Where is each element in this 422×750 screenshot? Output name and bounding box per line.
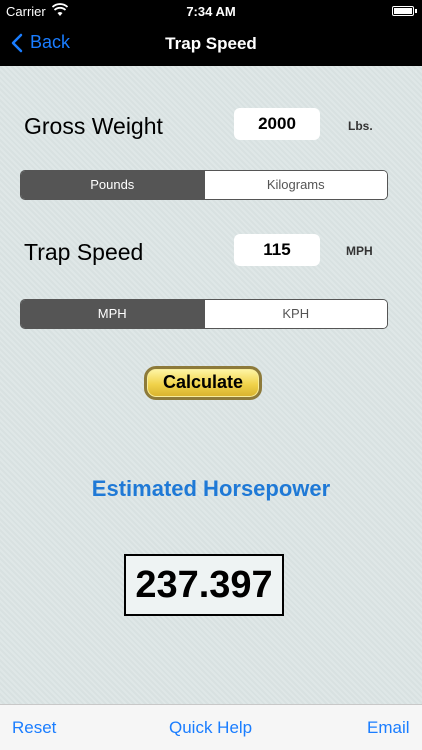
- segment-mph[interactable]: MPH: [21, 300, 204, 328]
- horsepower-result: 237.397: [124, 554, 284, 616]
- page-title: Trap Speed: [165, 34, 257, 53]
- trap-speed-input[interactable]: 115: [234, 234, 320, 266]
- estimated-horsepower-title: Estimated Horsepower: [91, 476, 331, 501]
- battery-icon: [392, 6, 417, 16]
- gross-weight-input[interactable]: 2000: [234, 108, 320, 140]
- status-time: 7:34 AM: [186, 4, 236, 19]
- gross-weight-label: Gross Weight: [24, 113, 163, 139]
- bottom-toolbar: Reset Quick Help Email: [0, 704, 422, 750]
- speed-unit-segmented-control: MPH KPH: [20, 299, 388, 329]
- quick-help-button[interactable]: Quick Help: [169, 718, 252, 738]
- calculate-button[interactable]: Calculate: [144, 366, 262, 400]
- weight-unit-label: Lbs.: [348, 119, 373, 133]
- main-content: Gross Weight 2000 Lbs. Pounds Kilograms …: [0, 66, 422, 704]
- segment-kph[interactable]: KPH: [203, 300, 387, 328]
- email-button[interactable]: Email: [367, 718, 410, 738]
- navigation-bar: Back Trap Speed: [0, 22, 422, 66]
- status-bar: Carrier 7:34 AM: [0, 0, 422, 22]
- segment-pounds[interactable]: Pounds: [21, 171, 204, 199]
- segment-kilograms[interactable]: Kilograms: [203, 171, 387, 199]
- reset-button[interactable]: Reset: [12, 718, 56, 738]
- trap-speed-label: Trap Speed: [24, 239, 144, 265]
- weight-unit-segmented-control: Pounds Kilograms: [20, 170, 388, 200]
- speed-unit-label: MPH: [346, 244, 373, 258]
